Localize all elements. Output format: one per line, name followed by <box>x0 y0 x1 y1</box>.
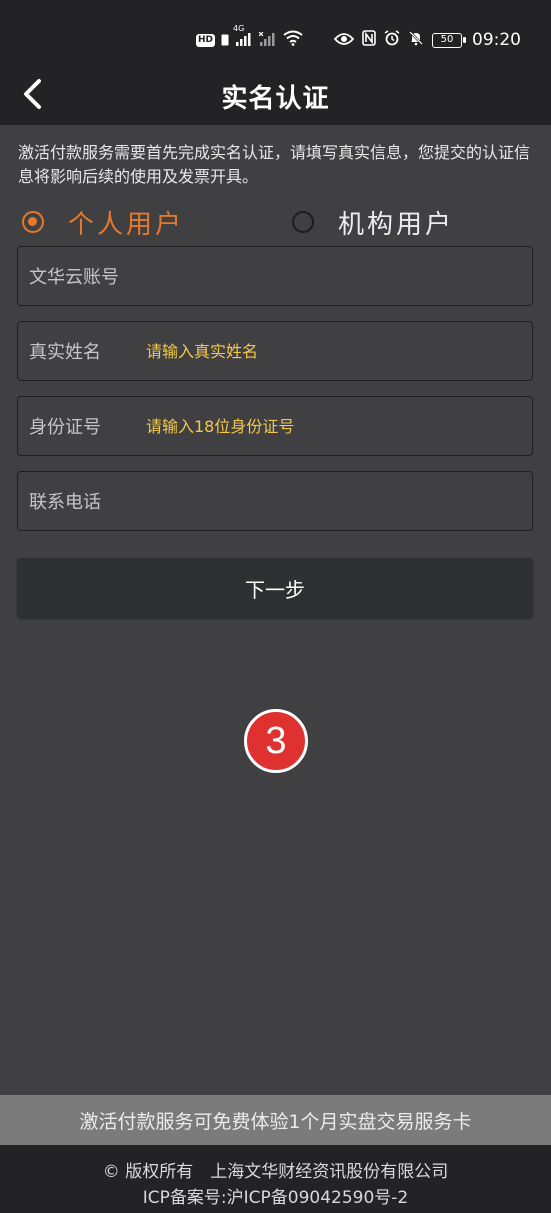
phone-input[interactable] <box>146 482 522 520</box>
signal-off-icon <box>258 31 277 50</box>
name-label: 真实姓名 <box>29 342 101 363</box>
radio-organization-user[interactable]: 机构用户 <box>292 202 454 242</box>
account-field[interactable]: 文华云账号 <box>17 246 533 306</box>
copyright-text: © 版权所有 上海文华财经资讯股份有限公司 <box>102 1162 449 1182</box>
status-right: 50 09:20 <box>333 30 521 50</box>
page-title: 实名认证 <box>221 84 330 114</box>
radio-selected-icon <box>22 211 44 233</box>
id-field[interactable]: 身份证号 <box>17 396 533 456</box>
footer: © 版权所有 上海文华财经资讯股份有限公司 ICP备案号:沪ICP备090425… <box>0 1145 551 1213</box>
status-bar: HD 4G 50 09:20 <box>0 0 551 66</box>
radio-organization-label: 机构用户 <box>338 209 455 240</box>
clock: 09:20 <box>472 30 521 50</box>
radio-personal-user[interactable]: 个人用户 <box>22 202 184 242</box>
radio-unselected-icon <box>292 211 314 233</box>
intro-text: 激活付款服务需要首先完成实名认证，请填写真实信息，您提交的认证信息将影响后续的使… <box>18 143 531 186</box>
signal-icon: 4G <box>233 24 253 50</box>
phone-label: 联系电话 <box>29 492 101 513</box>
name-field[interactable]: 真实姓名 <box>17 321 533 381</box>
eye-icon <box>333 31 355 50</box>
name-input[interactable] <box>146 332 522 370</box>
mute-icon <box>408 30 424 50</box>
id-input[interactable] <box>146 407 522 445</box>
wifi-icon <box>283 30 303 50</box>
sim-icon <box>221 31 229 50</box>
phone-field[interactable]: 联系电话 <box>17 471 533 531</box>
alarm-icon <box>384 30 400 50</box>
next-step-button[interactable]: 下一步 <box>17 558 533 618</box>
hd-badge: HD <box>196 33 216 47</box>
id-label: 身份证号 <box>29 417 101 438</box>
nfc-icon <box>362 30 376 50</box>
account-input[interactable] <box>146 257 522 295</box>
network-type: 4G <box>233 23 245 33</box>
promo-banner: 激活付款服务可免费体验1个月实盘交易服务卡 <box>0 1095 551 1145</box>
icp-text: ICP备案号:沪ICP备09042590号-2 <box>142 1188 409 1208</box>
battery-icon: 50 <box>432 32 466 48</box>
title-bar: 实名认证 <box>0 66 551 125</box>
step-number-badge: 3 <box>244 709 308 773</box>
account-label: 文华云账号 <box>29 267 119 288</box>
radio-personal-label: 个人用户 <box>68 209 185 240</box>
status-left: HD 4G <box>196 24 303 50</box>
